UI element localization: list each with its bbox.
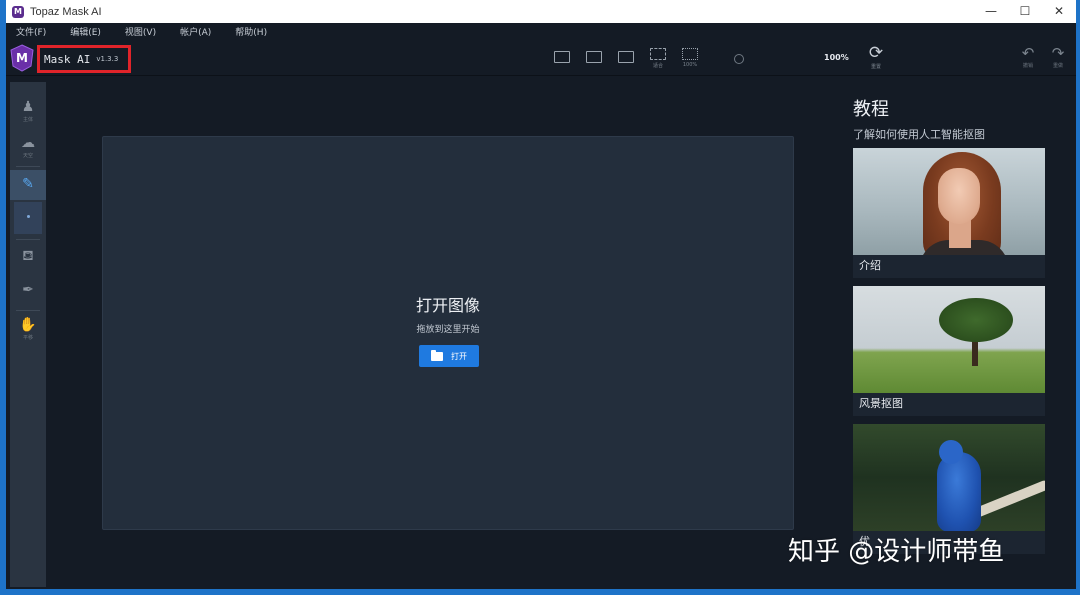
version-highlight: Mask AI v1.3.3 xyxy=(37,45,131,73)
app-window: M Topaz Mask AI — ☐ ✕ 文件(F) 编辑(E) 视图(V) … xyxy=(0,0,1080,595)
tutorial-card-caption: 风景抠图 xyxy=(859,397,903,410)
tool-rail: ♟ 主体 ☁ 天空 ✎ ⛾ ✒ ✋ 平移 xyxy=(10,82,46,587)
menu-edit[interactable]: 编辑(E) xyxy=(70,25,101,38)
close-button[interactable]: ✕ xyxy=(1042,0,1076,23)
title-bar: M Topaz Mask AI — ☐ ✕ xyxy=(6,0,1076,23)
menu-account[interactable]: 帐户(A) xyxy=(180,25,211,38)
brush-size-panel[interactable] xyxy=(14,202,42,234)
maximize-button[interactable]: ☐ xyxy=(1008,0,1042,23)
window-title: Topaz Mask AI xyxy=(30,5,102,18)
brush-size-dot-icon xyxy=(26,215,30,218)
rail-divider xyxy=(16,310,40,311)
open-button-label: 打开 xyxy=(451,351,467,361)
svg-text:M: M xyxy=(16,51,28,65)
mask-ai-logo-icon: M xyxy=(10,44,34,72)
undo-button[interactable]: ↶ 撤销 xyxy=(1018,44,1038,72)
open-image-title: 打开图像 xyxy=(415,296,480,315)
split-view-icon xyxy=(586,51,602,63)
person-icon: ♟ xyxy=(21,98,35,115)
single-view-icon xyxy=(554,51,570,63)
window-controls: — ☐ ✕ xyxy=(974,0,1076,23)
tool-subject[interactable]: ♟ 主体 xyxy=(10,96,46,126)
eyedropper-icon: ✒ xyxy=(22,282,34,298)
menu-bar: 文件(F) 编辑(E) 视图(V) 帐户(A) 帮助(H) xyxy=(6,23,1076,40)
tool-pan[interactable]: ✋ 平移 xyxy=(10,314,46,344)
tool-brush[interactable]: ✎ xyxy=(10,170,46,200)
view-mode-group: 适合 100% xyxy=(551,45,711,71)
single-view-button[interactable] xyxy=(551,45,573,71)
parrot-thumbnail xyxy=(853,424,1045,531)
tutorial-subtitle: 了解如何使用人工智能抠图 xyxy=(853,128,985,141)
actual-size-button[interactable]: 100% xyxy=(679,45,701,71)
parrot-head xyxy=(939,440,963,464)
fit-view-button[interactable]: 适合 xyxy=(647,45,669,71)
tool-eyedropper[interactable]: ✒ xyxy=(10,276,46,306)
tree-thumbnail xyxy=(853,286,1045,393)
undo-icon: ↶ xyxy=(1021,44,1035,62)
tutorial-card-intro[interactable]: 介绍 xyxy=(853,148,1045,278)
minimize-button[interactable]: — xyxy=(974,0,1008,23)
split-view-button[interactable] xyxy=(583,45,605,71)
toolbar: M Mask AI v1.3.3 适合 100% 100% ⟳ 重置 ↶ 撤销 … xyxy=(6,40,1076,76)
menu-file[interactable]: 文件(F) xyxy=(16,25,46,38)
parrot-body xyxy=(937,452,981,531)
tool-fill[interactable]: ⛾ xyxy=(10,242,46,272)
watermark: 知乎 @设计师带鱼 xyxy=(788,537,1005,567)
parrot-branch xyxy=(972,479,1045,519)
paint-bucket-icon: ⛾ xyxy=(22,248,34,264)
hand-icon: ✋ xyxy=(19,316,37,333)
refresh-icon: ⟳ xyxy=(868,43,884,63)
menu-view[interactable]: 视图(V) xyxy=(125,25,156,38)
portrait-thumbnail xyxy=(853,148,1045,255)
open-button[interactable]: 打开 xyxy=(419,345,479,367)
app-version: v1.3.3 xyxy=(96,55,119,63)
processing-indicator-icon xyxy=(734,54,744,64)
redo-button[interactable]: ↷ 重做 xyxy=(1048,44,1068,72)
drop-zone[interactable]: 打开图像 拖放到这里开始 打开 xyxy=(102,136,794,530)
side-by-side-button[interactable] xyxy=(615,45,637,71)
topaz-logo-icon: M xyxy=(12,5,24,18)
folder-icon xyxy=(431,349,443,361)
brush-icon: ✎ xyxy=(22,176,34,192)
tool-sky[interactable]: ☁ 天空 xyxy=(10,132,46,162)
cloud-icon: ☁ xyxy=(21,134,35,151)
zoom-level[interactable]: 100% xyxy=(824,53,849,62)
reset-button[interactable]: ⟳ 重置 xyxy=(866,43,886,73)
rail-divider xyxy=(16,239,40,240)
menu-help[interactable]: 帮助(H) xyxy=(235,25,267,38)
tutorial-title: 教程 xyxy=(853,99,889,120)
tutorial-card-landscape[interactable]: 风景抠图 xyxy=(853,286,1045,416)
side-by-side-icon xyxy=(618,51,634,63)
tree-crown xyxy=(939,298,1013,342)
rail-divider xyxy=(16,166,40,167)
drop-hint: 拖放到这里开始 xyxy=(416,325,480,335)
expand-icon xyxy=(682,48,698,60)
fit-icon xyxy=(650,47,666,60)
portrait-face xyxy=(938,168,980,224)
tutorial-card-caption: 介绍 xyxy=(859,259,881,272)
app-name: Mask AI xyxy=(44,52,91,66)
redo-icon: ↷ xyxy=(1051,44,1065,62)
